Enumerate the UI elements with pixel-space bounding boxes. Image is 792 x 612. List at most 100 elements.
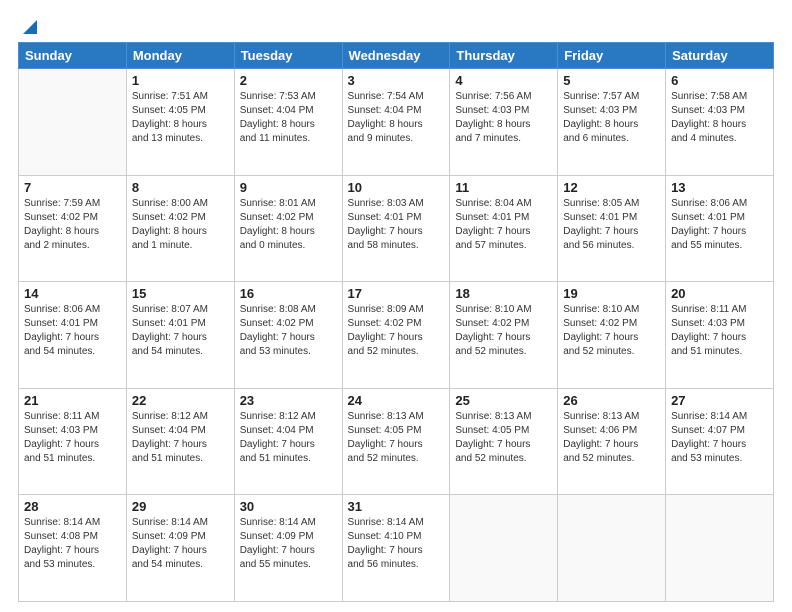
day-info: Sunrise: 8:13 AM Sunset: 4:06 PM Dayligh… xyxy=(563,410,660,466)
day-info: Sunrise: 8:14 AM Sunset: 4:07 PM Dayligh… xyxy=(671,410,768,466)
calendar-cell: 25Sunrise: 8:13 AM Sunset: 4:05 PM Dayli… xyxy=(450,388,558,495)
day-info: Sunrise: 7:51 AM Sunset: 4:05 PM Dayligh… xyxy=(132,90,229,146)
day-number: 26 xyxy=(563,393,660,408)
day-number: 22 xyxy=(132,393,229,408)
day-info: Sunrise: 8:01 AM Sunset: 4:02 PM Dayligh… xyxy=(240,197,337,253)
calendar-cell: 22 Sunrise: 8:12 AM Sunset: 4:04 PM Dayli… xyxy=(126,388,234,495)
day-info: Sunrise: 8:10 AM Sunset: 4:02 PM Dayligh… xyxy=(455,303,552,359)
calendar-cell: 13 Sunrise: 8:06 AM Sunset: 4:01 PM Dayli… xyxy=(666,175,774,282)
day-info: Sunrise: 8:10 AM Sunset: 4:02 PM Dayligh… xyxy=(563,303,660,359)
day-number: 29 xyxy=(132,499,229,514)
day-info: Sunrise: 8:06 AM Sunset: 4:01 PM Dayligh… xyxy=(24,303,121,359)
day-number: 21 xyxy=(24,393,121,408)
calendar-week-row: 14 Sunrise: 8:06 AM Sunset: 4:01 PM Dayli… xyxy=(19,282,774,389)
day-number: 4 xyxy=(455,73,552,88)
calendar-cell xyxy=(19,69,127,176)
calendar-cell: 8 Sunrise: 8:00 AM Sunset: 4:02 PM Daylig… xyxy=(126,175,234,282)
day-of-week-header: Wednesday xyxy=(342,43,450,69)
day-info: Sunrise: 7:54 AM Sunset: 4:04 PM Dayligh… xyxy=(348,90,445,146)
calendar-cell: 2 Sunrise: 7:53 AM Sunset: 4:04 PM Daylig… xyxy=(234,69,342,176)
day-info: Sunrise: 8:13 AM Sunset: 4:05 PM Dayligh… xyxy=(348,410,445,466)
calendar-cell: 15 Sunrise: 8:07 AM Sunset: 4:01 PM Dayli… xyxy=(126,282,234,389)
day-info: Sunrise: 8:06 AM Sunset: 4:01 PM Dayligh… xyxy=(671,197,768,253)
day-number: 6 xyxy=(671,73,768,88)
calendar-cell: 26 Sunrise: 8:13 AM Sunset: 4:06 PM Dayli… xyxy=(558,388,666,495)
calendar-cell: 6 Sunrise: 7:58 AM Sunset: 4:03 PM Daylig… xyxy=(666,69,774,176)
day-number: 15 xyxy=(132,286,229,301)
day-info: Sunrise: 8:14 AM Sunset: 4:09 PM Dayligh… xyxy=(240,516,337,572)
day-number: 9 xyxy=(240,180,337,195)
calendar-cell: 11Sunrise: 8:04 AM Sunset: 4:01 PM Dayli… xyxy=(450,175,558,282)
logo xyxy=(18,18,41,32)
calendar-week-row: 1 Sunrise: 7:51 AM Sunset: 4:05 PM Daylig… xyxy=(19,69,774,176)
day-number: 16 xyxy=(240,286,337,301)
logo-triangle-icon xyxy=(19,18,41,36)
day-info: Sunrise: 8:05 AM Sunset: 4:01 PM Dayligh… xyxy=(563,197,660,253)
calendar-cell: 19 Sunrise: 8:10 AM Sunset: 4:02 PM Dayli… xyxy=(558,282,666,389)
header-row: SundayMondayTuesdayWednesdayThursdayFrid… xyxy=(19,43,774,69)
day-info: Sunrise: 8:09 AM Sunset: 4:02 PM Dayligh… xyxy=(348,303,445,359)
calendar-cell: 31Sunrise: 8:14 AM Sunset: 4:10 PM Dayli… xyxy=(342,495,450,602)
calendar-cell: 24 Sunrise: 8:13 AM Sunset: 4:05 PM Dayli… xyxy=(342,388,450,495)
calendar-week-row: 21 Sunrise: 8:11 AM Sunset: 4:03 PM Dayli… xyxy=(19,388,774,495)
day-of-week-header: Tuesday xyxy=(234,43,342,69)
day-info: Sunrise: 8:12 AM Sunset: 4:04 PM Dayligh… xyxy=(240,410,337,466)
day-info: Sunrise: 7:53 AM Sunset: 4:04 PM Dayligh… xyxy=(240,90,337,146)
day-number: 5 xyxy=(563,73,660,88)
day-number: 18 xyxy=(455,286,552,301)
calendar-cell: 10Sunrise: 8:03 AM Sunset: 4:01 PM Dayli… xyxy=(342,175,450,282)
day-number: 30 xyxy=(240,499,337,514)
day-number: 19 xyxy=(563,286,660,301)
day-number: 20 xyxy=(671,286,768,301)
calendar-cell: 12 Sunrise: 8:05 AM Sunset: 4:01 PM Dayli… xyxy=(558,175,666,282)
day-of-week-header: Monday xyxy=(126,43,234,69)
day-info: Sunrise: 8:14 AM Sunset: 4:09 PM Dayligh… xyxy=(132,516,229,572)
day-info: Sunrise: 8:08 AM Sunset: 4:02 PM Dayligh… xyxy=(240,303,337,359)
header xyxy=(18,18,774,32)
day-number: 28 xyxy=(24,499,121,514)
day-number: 7 xyxy=(24,180,121,195)
calendar-cell: 4 Sunrise: 7:56 AM Sunset: 4:03 PM Daylig… xyxy=(450,69,558,176)
calendar-cell: 7 Sunrise: 7:59 AM Sunset: 4:02 PM Daylig… xyxy=(19,175,127,282)
calendar-cell: 16 Sunrise: 8:08 AM Sunset: 4:02 PM Dayli… xyxy=(234,282,342,389)
day-info: Sunrise: 8:11 AM Sunset: 4:03 PM Dayligh… xyxy=(24,410,121,466)
calendar-cell: 21 Sunrise: 8:11 AM Sunset: 4:03 PM Dayli… xyxy=(19,388,127,495)
calendar-week-row: 28Sunrise: 8:14 AM Sunset: 4:08 PM Dayli… xyxy=(19,495,774,602)
day-info: Sunrise: 8:11 AM Sunset: 4:03 PM Dayligh… xyxy=(671,303,768,359)
calendar-body: 1 Sunrise: 7:51 AM Sunset: 4:05 PM Daylig… xyxy=(19,69,774,602)
calendar-cell: 1 Sunrise: 7:51 AM Sunset: 4:05 PM Daylig… xyxy=(126,69,234,176)
calendar-header: SundayMondayTuesdayWednesdayThursdayFrid… xyxy=(19,43,774,69)
day-info: Sunrise: 8:03 AM Sunset: 4:01 PM Dayligh… xyxy=(348,197,445,253)
day-number: 23 xyxy=(240,393,337,408)
day-number: 24 xyxy=(348,393,445,408)
calendar-week-row: 7 Sunrise: 7:59 AM Sunset: 4:02 PM Daylig… xyxy=(19,175,774,282)
day-number: 14 xyxy=(24,286,121,301)
day-info: Sunrise: 8:00 AM Sunset: 4:02 PM Dayligh… xyxy=(132,197,229,253)
day-info: Sunrise: 7:57 AM Sunset: 4:03 PM Dayligh… xyxy=(563,90,660,146)
calendar-cell: 18 Sunrise: 8:10 AM Sunset: 4:02 PM Dayli… xyxy=(450,282,558,389)
calendar-cell: 20 Sunrise: 8:11 AM Sunset: 4:03 PM Dayli… xyxy=(666,282,774,389)
day-number: 27 xyxy=(671,393,768,408)
calendar-cell xyxy=(450,495,558,602)
day-info: Sunrise: 8:13 AM Sunset: 4:05 PM Dayligh… xyxy=(455,410,552,466)
calendar-cell: 5 Sunrise: 7:57 AM Sunset: 4:03 PM Daylig… xyxy=(558,69,666,176)
day-of-week-header: Sunday xyxy=(19,43,127,69)
day-number: 3 xyxy=(348,73,445,88)
calendar-cell: 9 Sunrise: 8:01 AM Sunset: 4:02 PM Daylig… xyxy=(234,175,342,282)
calendar-cell xyxy=(666,495,774,602)
day-info: Sunrise: 8:12 AM Sunset: 4:04 PM Dayligh… xyxy=(132,410,229,466)
day-info: Sunrise: 8:14 AM Sunset: 4:10 PM Dayligh… xyxy=(348,516,445,572)
day-number: 8 xyxy=(132,180,229,195)
day-of-week-header: Saturday xyxy=(666,43,774,69)
calendar-cell: 23 Sunrise: 8:12 AM Sunset: 4:04 PM Dayli… xyxy=(234,388,342,495)
day-number: 1 xyxy=(132,73,229,88)
day-info: Sunrise: 7:59 AM Sunset: 4:02 PM Dayligh… xyxy=(24,197,121,253)
day-info: Sunrise: 8:04 AM Sunset: 4:01 PM Dayligh… xyxy=(455,197,552,253)
day-info: Sunrise: 7:58 AM Sunset: 4:03 PM Dayligh… xyxy=(671,90,768,146)
day-number: 13 xyxy=(671,180,768,195)
day-info: Sunrise: 8:07 AM Sunset: 4:01 PM Dayligh… xyxy=(132,303,229,359)
day-info: Sunrise: 7:56 AM Sunset: 4:03 PM Dayligh… xyxy=(455,90,552,146)
day-number: 12 xyxy=(563,180,660,195)
day-number: 17 xyxy=(348,286,445,301)
day-number: 2 xyxy=(240,73,337,88)
